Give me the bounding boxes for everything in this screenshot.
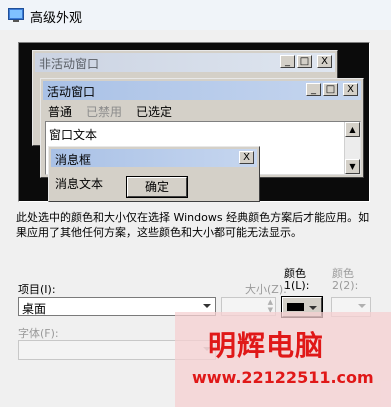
active-window-title: 活动窗口: [47, 85, 96, 99]
ok-button[interactable]: 确定: [126, 176, 188, 198]
inactive-window-title: 非活动窗口: [39, 57, 100, 71]
item-label: 项目(I):: [18, 283, 56, 296]
scroll-up-icon[interactable]: ▲: [345, 122, 360, 137]
size-label: 大小(Z):: [245, 283, 287, 296]
watermark-title: 明辉电脑: [208, 329, 325, 362]
preview-menu-bar: 普通 已禁用 已选定: [41, 102, 363, 120]
close-icon[interactable]: X: [317, 55, 332, 68]
dialog-title: 高级外观: [30, 11, 83, 26]
scroll-down-icon[interactable]: ▼: [345, 159, 360, 174]
preview-message-box[interactable]: 消息框 X 消息文本 确定: [48, 146, 260, 202]
inactive-window-caption[interactable]: 非活动窗口 _ □ X: [35, 53, 335, 72]
watermark-url: www.22122511.com: [192, 368, 374, 387]
chevron-down-icon: [203, 304, 211, 308]
font-label: 字体(F):: [18, 327, 59, 340]
appearance-description: 此处选中的颜色和大小仅在选择 Windows 经典颜色方案后才能应用。如果应用了…: [16, 211, 370, 239]
color1-swatch: [287, 303, 304, 311]
message-box-caption[interactable]: 消息框 X: [51, 149, 257, 167]
maximize-icon[interactable]: □: [297, 55, 312, 68]
minimize-icon[interactable]: _: [306, 83, 321, 96]
window-scrollbar[interactable]: ▲ ▼: [344, 122, 360, 174]
message-box-title: 消息框: [55, 153, 92, 167]
chevron-down-icon: [309, 306, 317, 310]
window-text: 窗口文本: [49, 128, 98, 142]
menu-item-selected[interactable]: 已选定: [136, 103, 172, 120]
color2-label-line2: 2(2):: [332, 279, 359, 292]
message-text: 消息文本: [55, 177, 104, 191]
spin-up-icon[interactable]: ▲: [268, 298, 273, 306]
color1-label-line2: 1(L):: [284, 279, 310, 292]
menu-item-disabled[interactable]: 已禁用: [86, 103, 122, 120]
minimize-icon[interactable]: _: [280, 55, 295, 68]
maximize-icon[interactable]: □: [323, 83, 338, 96]
menu-item-normal[interactable]: 普通: [48, 103, 72, 120]
item-select-value: 桌面: [22, 302, 47, 316]
display-icon: [8, 8, 24, 22]
close-icon[interactable]: X: [239, 151, 254, 164]
close-icon[interactable]: X: [343, 83, 358, 96]
active-window-caption[interactable]: 活动窗口 _ □ X: [43, 81, 361, 100]
chevron-down-icon: [358, 304, 366, 308]
